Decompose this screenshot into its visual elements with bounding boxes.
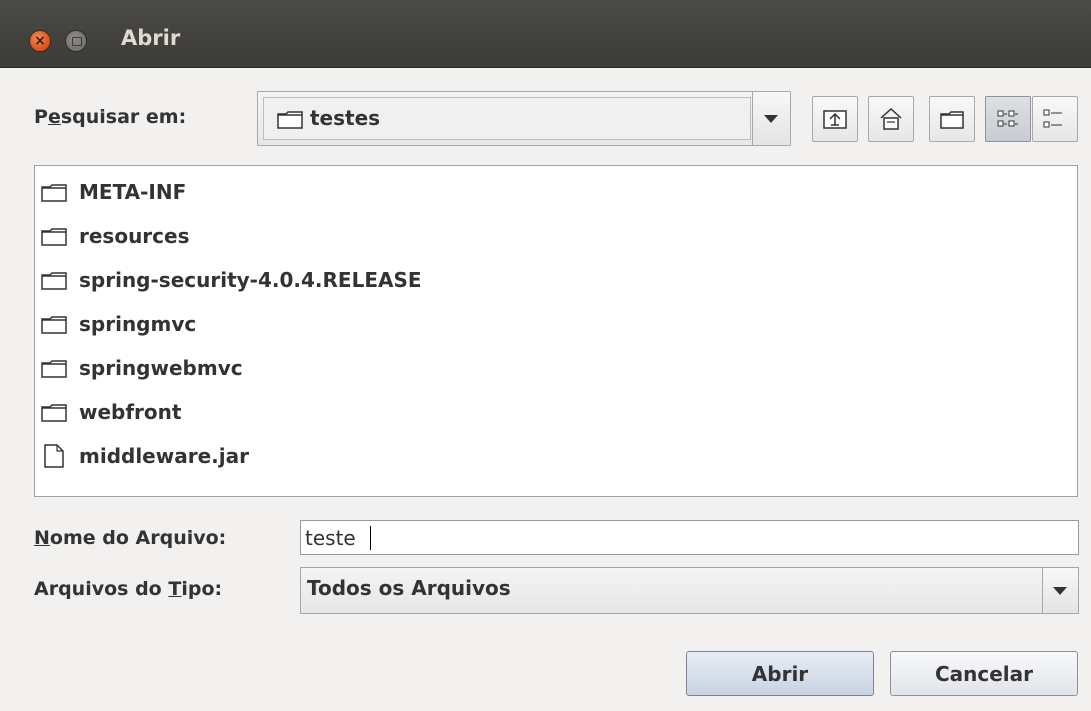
chevron-down-icon <box>764 115 778 123</box>
dropdown-button[interactable] <box>752 92 790 145</box>
home-button[interactable] <box>868 96 914 142</box>
filetype-value: Todos os Arquivos <box>307 576 511 600</box>
look-in-label: Pesquisar em: <box>34 106 187 128</box>
title-bar: × Abrir <box>0 0 1091 68</box>
home-icon <box>880 107 902 130</box>
file-name: webfront <box>79 400 182 424</box>
text-caret <box>370 526 371 550</box>
details-view-icon <box>1043 109 1062 128</box>
file-name: middleware.jar <box>79 444 249 468</box>
folder-icon <box>41 184 67 202</box>
list-view-icon <box>997 110 1018 127</box>
filename-label: Nome do Arquivo: <box>34 527 227 549</box>
folder-icon <box>41 228 67 246</box>
look-in-dropdown[interactable]: testes <box>257 91 791 146</box>
file-name: springmvc <box>79 312 197 336</box>
details-view-button[interactable] <box>1032 96 1078 142</box>
file-icon <box>44 444 64 468</box>
folder-icon <box>277 111 303 129</box>
folder-icon <box>41 272 67 290</box>
cancel-button[interactable]: Cancelar <box>890 651 1078 696</box>
file-name: META-INF <box>79 180 187 204</box>
file-name: springwebmvc <box>79 356 243 380</box>
filename-input[interactable] <box>305 523 1065 552</box>
window-title: Abrir <box>121 26 181 50</box>
up-folder-icon <box>823 110 847 129</box>
close-window-icon[interactable]: × <box>29 30 51 52</box>
list-view-button[interactable] <box>985 96 1031 142</box>
filetype-dropdown[interactable]: Todos os Arquivos <box>300 567 1079 614</box>
open-button[interactable]: Abrir <box>686 651 874 696</box>
file-name: spring-security-4.0.4.RELEASE <box>79 268 422 292</box>
maximize-window-icon[interactable] <box>65 30 87 52</box>
filename-field[interactable] <box>300 520 1079 555</box>
file-list[interactable]: META-INF resources spring-security-4.0.4.R… <box>34 165 1078 497</box>
filetype-dropdown-button[interactable] <box>1042 568 1078 613</box>
filetype-label: Arquivos do Tipo: <box>34 578 223 600</box>
folder-icon <box>41 316 67 334</box>
look-in-value: testes <box>310 106 381 130</box>
chevron-down-icon <box>1053 587 1067 595</box>
file-name: resources <box>79 224 190 248</box>
up-folder-button[interactable] <box>812 96 858 142</box>
new-folder-icon <box>940 111 964 129</box>
folder-icon <box>41 360 67 378</box>
folder-icon <box>41 404 67 422</box>
new-folder-button[interactable] <box>929 96 975 142</box>
